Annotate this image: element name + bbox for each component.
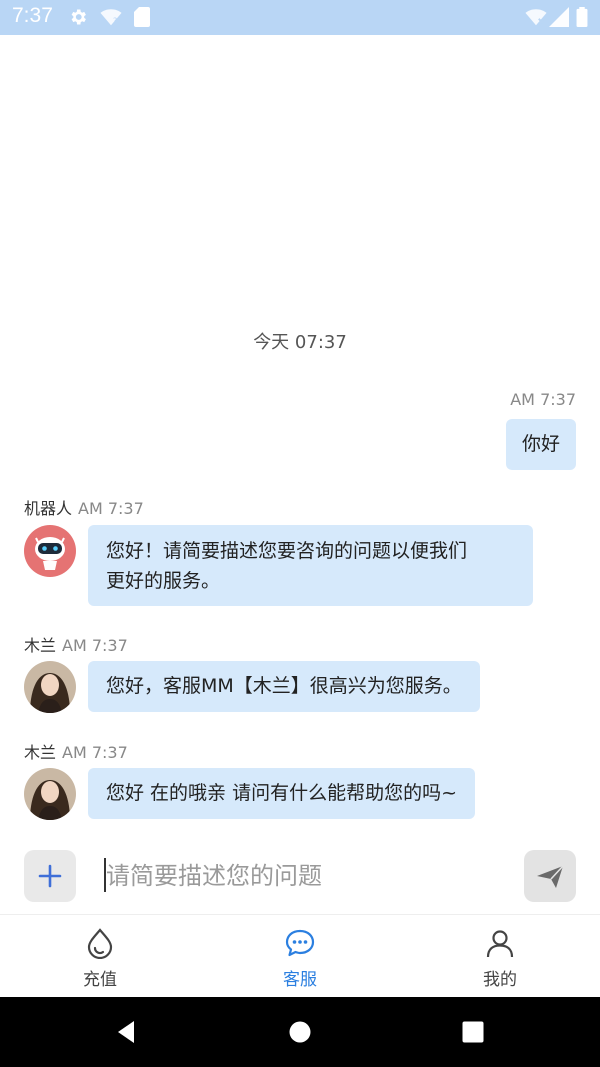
screen: 7:37 ? 今天 07:37 AM 7:37 你好 机器人 AM 7:37 您… xyxy=(0,0,600,1067)
agent-photo xyxy=(24,768,76,820)
agent-photo xyxy=(24,661,76,713)
plus-icon xyxy=(38,864,62,888)
message-timestamp: AM 7:37 xyxy=(62,743,128,762)
tab-customer-service[interactable]: 客服 xyxy=(200,915,400,998)
recharge-icon xyxy=(87,928,113,959)
sender-line: 木兰 AM 7:37 xyxy=(24,632,128,656)
profile-icon xyxy=(486,930,514,958)
incoming-message-bubble[interactable]: 您好！请简要描述您要咨询的问题以便我们 更好的服务。 xyxy=(88,525,533,606)
message-text-line: 更好的服务。 xyxy=(106,570,221,592)
tab-recharge[interactable]: 充值 xyxy=(0,915,200,998)
tab-label: 我的 xyxy=(483,970,517,990)
status-bar: 7:37 ? xyxy=(0,0,600,35)
message-timestamp: AM 7:37 xyxy=(78,499,144,518)
wifi-off-icon xyxy=(525,9,547,26)
recents-icon[interactable] xyxy=(458,1017,488,1047)
robot-icon xyxy=(35,537,65,570)
sender-line: 机器人 AM 7:37 xyxy=(24,495,144,519)
system-nav-bar xyxy=(0,997,600,1067)
text-caret xyxy=(104,858,106,892)
agent-avatar[interactable] xyxy=(24,768,76,820)
message-input[interactable] xyxy=(100,853,500,899)
status-time: 7:37 xyxy=(12,4,53,27)
chat-area[interactable]: 今天 07:37 AM 7:37 你好 机器人 AM 7:37 您好！请简要描述您… xyxy=(0,35,600,841)
svg-text:?: ? xyxy=(113,15,117,25)
tab-profile[interactable]: 我的 xyxy=(400,915,600,998)
input-bar xyxy=(0,841,600,914)
robot-avatar[interactable] xyxy=(24,525,76,577)
agent-avatar[interactable] xyxy=(24,661,76,713)
sender-name: 木兰 xyxy=(24,743,57,762)
message-timestamp: AM 7:37 xyxy=(510,390,576,409)
incoming-message-bubble[interactable]: 您好，客服MM【木兰】很高兴为您服务。 xyxy=(88,661,480,712)
customer-service-icon xyxy=(285,929,315,957)
tab-label: 充值 xyxy=(83,970,117,990)
gear-icon xyxy=(71,9,86,25)
wifi-question-icon: ? xyxy=(100,9,122,25)
home-icon[interactable] xyxy=(285,1017,315,1047)
cell-signal-icon xyxy=(549,7,569,27)
send-icon xyxy=(537,865,564,888)
add-attachment-button[interactable] xyxy=(24,850,76,902)
outgoing-message-bubble[interactable]: 你好 xyxy=(505,419,576,470)
bottom-tab-bar: 充值 客服 我的 xyxy=(0,914,600,997)
battery-icon xyxy=(576,7,588,27)
message-text-line: 您好！请简要描述您要咨询的问题以便我们 xyxy=(106,540,468,562)
sender-name: 木兰 xyxy=(24,636,57,655)
sender-name: 机器人 xyxy=(24,499,73,518)
date-separator: 今天 07:37 xyxy=(253,332,347,353)
send-button[interactable] xyxy=(524,850,576,902)
sd-card-icon xyxy=(134,7,150,27)
back-icon[interactable] xyxy=(112,1017,142,1047)
tab-label: 客服 xyxy=(283,970,317,990)
incoming-message-bubble[interactable]: 您好 在的哦亲 请问有什么能帮助您的吗~ xyxy=(88,768,476,819)
sender-line: 木兰 AM 7:37 xyxy=(24,739,128,763)
message-timestamp: AM 7:37 xyxy=(62,636,128,655)
